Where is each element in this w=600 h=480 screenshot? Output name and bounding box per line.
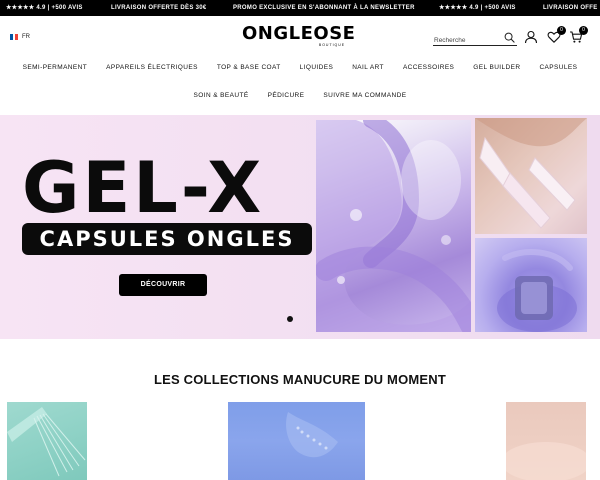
hero-subtitle: CAPSULES ONGLES: [39, 227, 295, 251]
nav-item-liquides[interactable]: LIQUIDES: [290, 62, 343, 74]
nav-item-pedicure[interactable]: PÉDICURE: [258, 90, 314, 102]
nav-item-nail-art[interactable]: NAIL ART: [343, 62, 394, 74]
cart-button[interactable]: 0: [569, 26, 588, 44]
nav-item-soin-beaute[interactable]: SOIN & BEAUTÉ: [184, 90, 258, 102]
cart-count-badge: 0: [579, 26, 588, 35]
announcement-shipping: LIVRAISON OFFERTE DÈS 30€: [111, 5, 207, 11]
nav-item-suivre-commande[interactable]: SUIVRE MA COMMANDE: [314, 90, 416, 102]
nav-item-appareils-electriques[interactable]: APPAREILS ÉLECTRIQUES: [97, 62, 208, 74]
france-flag-icon: [10, 34, 19, 40]
collections-title: LES COLLECTIONS MANUCURE DU MOMENT: [153, 372, 447, 387]
hero-title: GEL-X: [22, 147, 265, 229]
polish-texture-illustration: [286, 412, 338, 458]
search-icon[interactable]: [504, 32, 515, 43]
nav-item-capsules[interactable]: CAPSULES: [530, 62, 587, 74]
announcement-newsletter: PROMO EXCLUSIVE EN S'ABONNANT À LA NEWSL…: [233, 5, 415, 11]
slider-dot-active[interactable]: [287, 316, 293, 322]
language-selector[interactable]: FR: [10, 34, 30, 40]
search-input[interactable]: [433, 32, 499, 49]
account-icon[interactable]: [524, 30, 538, 44]
nails-illustration: [475, 118, 587, 234]
wishlist-button[interactable]: 0: [547, 26, 566, 44]
site-logo[interactable]: ONGLEOSE BOUTIQUE: [242, 23, 356, 56]
announcement-rating: ★★★★★ 4.9 | +500 AVIS: [6, 5, 83, 11]
hero-capsule-image: [475, 238, 587, 332]
search-bar: [433, 29, 517, 49]
nav-row-secondary: SOIN & BEAUTÉ PÉDICURE SUIVRE MA COMMAND…: [0, 90, 600, 102]
hero-subtitle-box: CAPSULES ONGLES: [22, 223, 312, 255]
collection-tile-nude[interactable]: [506, 402, 586, 480]
nav-item-top-base-coat[interactable]: TOP & BASE COAT: [207, 62, 290, 74]
hero-nails-image: [475, 118, 587, 234]
logo-wordmark: ONGLEOSE: [242, 23, 356, 44]
collection-tile-blue[interactable]: [228, 402, 365, 480]
hero-banner[interactable]: GEL-X CAPSULES ONGLES DÉCOUVRIR: [0, 115, 600, 339]
announcement-shipping: LIVRAISON OFFE: [543, 5, 598, 11]
nude-polish-illustration: [506, 442, 586, 480]
capsule-illustration: [497, 249, 577, 332]
language-code: FR: [22, 34, 30, 40]
announcement-rating: ★★★★★ 4.9 | +500 AVIS: [439, 5, 516, 11]
nav-item-gel-builder[interactable]: GEL BUILDER: [464, 62, 530, 74]
nav-row-primary: SEMI-PERMANENT APPAREILS ÉLECTRIQUES TOP…: [0, 62, 600, 74]
nav-item-accessoires[interactable]: ACCESSOIRES: [393, 62, 463, 74]
collection-tile-mint[interactable]: [7, 402, 87, 480]
nav-item-semi-permanent[interactable]: SEMI-PERMANENT: [13, 62, 96, 74]
announcement-bar: ★★★★★ 4.9 | +500 AVIS LIVRAISON OFFERTE …: [0, 0, 600, 16]
wishlist-count-badge: 0: [557, 26, 566, 35]
gel-swirl-illustration: [316, 120, 471, 332]
hero-gel-swirl-image: [316, 120, 471, 332]
discover-button[interactable]: DÉCOUVRIR: [119, 274, 207, 296]
brush-illustration: [7, 407, 86, 477]
